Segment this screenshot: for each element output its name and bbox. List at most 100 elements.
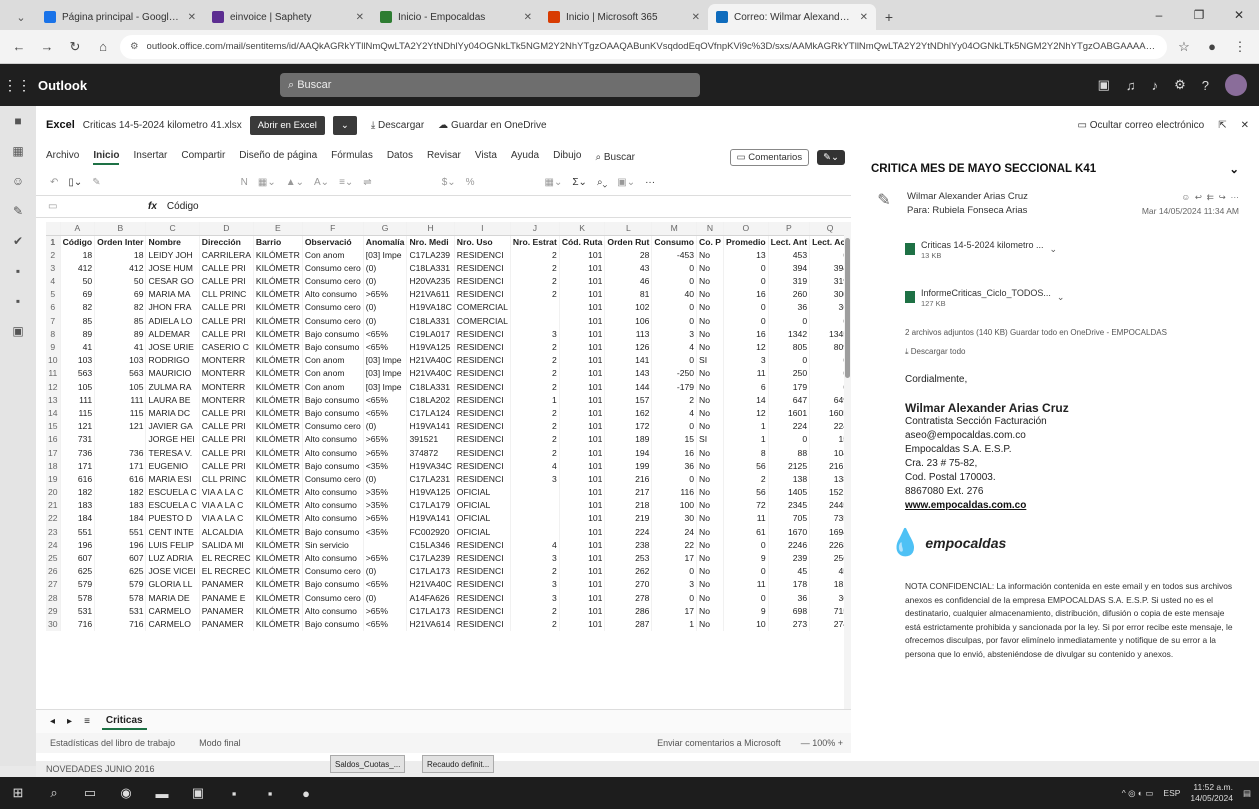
cell[interactable]: Nro. Medi <box>406 235 455 249</box>
clipboard-icon[interactable]: ▯⌄ <box>68 177 82 188</box>
site-info-icon[interactable]: ⚙ <box>130 41 139 52</box>
cell[interactable]: RESIDENCI <box>454 393 511 407</box>
close-tab-icon[interactable]: ✕ <box>524 12 532 23</box>
cell[interactable]: No <box>696 498 725 513</box>
cell[interactable]: -453 <box>651 248 698 262</box>
cell[interactable]: Nro. Uso <box>454 235 511 249</box>
cell[interactable]: CALLE PRI <box>199 459 254 473</box>
cell[interactable]: 224 <box>604 525 653 539</box>
cell[interactable]: KILÓMETR <box>253 578 303 592</box>
cell[interactable]: 698 <box>768 604 811 618</box>
cell[interactable]: OFICIAL <box>454 512 511 526</box>
cell[interactable]: 56 <box>723 485 769 499</box>
cell[interactable]: Consumo cero <box>302 261 364 275</box>
cell[interactable]: JOSE VICEI <box>145 564 200 579</box>
forward-message-icon[interactable]: ↪ <box>1219 192 1226 202</box>
cell[interactable]: LUZ ADRIA <box>145 551 200 565</box>
browser-menu-icon[interactable]: ⋮ <box>1229 39 1251 55</box>
cell[interactable]: 115 <box>94 406 147 420</box>
cell[interactable]: (0) <box>363 301 408 315</box>
close-viewer-icon[interactable]: ✕ <box>1241 120 1249 131</box>
cell[interactable]: RESIDENCI <box>454 551 511 565</box>
cell[interactable]: PANAME E <box>199 591 254 605</box>
cell[interactable]: 0 <box>723 274 769 288</box>
edge-icon[interactable]: ● <box>288 777 324 809</box>
cell[interactable]: KILÓMETR <box>253 393 303 407</box>
cell[interactable]: [03] Impe <box>363 367 408 381</box>
cell[interactable]: C19LA017 <box>406 327 455 341</box>
cell[interactable]: RESIDENCI <box>454 617 511 631</box>
sender-name[interactable]: Wilmar Alexander Arias Cruz <box>907 190 1132 204</box>
notifications-icon[interactable]: ♫ <box>1126 78 1136 93</box>
cell[interactable]: >65% <box>363 446 408 460</box>
cell[interactable]: H19VA141 <box>406 512 455 526</box>
cell[interactable]: 705 <box>768 512 811 526</box>
cell[interactable]: RESIDENCI <box>454 340 511 354</box>
cell[interactable]: 2 <box>510 261 560 275</box>
cell[interactable]: 101 <box>559 485 606 499</box>
editing-mode-button[interactable]: ✎⌄ <box>817 149 845 165</box>
cell[interactable]: CALLE PRI <box>199 433 254 447</box>
cell[interactable]: 578 <box>94 591 147 605</box>
cell[interactable]: 116 <box>651 485 698 499</box>
cell[interactable]: PANAMER <box>199 604 254 618</box>
cell[interactable]: 0 <box>651 261 698 275</box>
cell[interactable]: RESIDENCI <box>454 406 511 420</box>
cell[interactable]: KILÓMETR <box>253 406 303 420</box>
cell[interactable]: 14 <box>723 393 769 407</box>
cell[interactable]: 101 <box>559 551 606 565</box>
cell[interactable]: 171 <box>94 459 147 473</box>
cell[interactable]: 183 <box>60 498 96 513</box>
cell[interactable]: 1601 <box>768 406 811 420</box>
cell[interactable]: 30 <box>651 512 698 526</box>
column-header[interactable]: P <box>768 222 811 236</box>
cell[interactable]: 101 <box>559 617 606 631</box>
cell[interactable]: 18 <box>94 248 147 262</box>
cell[interactable]: (0) <box>363 314 408 328</box>
cell[interactable]: 2125 <box>768 459 811 473</box>
sensitivity-icon[interactable]: ▣⌄ <box>617 177 635 188</box>
cell[interactable]: C18LA331 <box>406 380 455 394</box>
cell[interactable]: H19VA34C <box>406 459 455 473</box>
collapse-chevron-icon[interactable]: ⌄ <box>1229 162 1239 176</box>
comments-button[interactable]: ▭ Comentarios <box>729 148 810 166</box>
cell[interactable]: 3 <box>723 353 769 368</box>
forward-icon[interactable]: → <box>36 39 58 54</box>
cell[interactable]: 2 <box>510 367 560 381</box>
ribbon-tab-archivo[interactable]: Archivo <box>46 150 79 165</box>
column-header[interactable]: K <box>559 222 606 236</box>
cell[interactable]: 121 <box>60 419 96 433</box>
cell[interactable]: 101 <box>559 380 606 394</box>
sheet-tab-criticas[interactable]: Criticas <box>101 713 147 730</box>
cell[interactable]: SALIDA MI <box>199 538 254 552</box>
attachment-chevron-icon[interactable]: ⌄ <box>1050 244 1058 255</box>
cell[interactable]: 101 <box>559 459 606 473</box>
cell[interactable]: 115 <box>60 406 96 420</box>
row-number[interactable]: 27 <box>46 578 61 592</box>
ribbon-tab-datos[interactable]: Datos <box>387 150 413 165</box>
cell[interactable]: OFICIAL <box>454 498 511 513</box>
browser-tab[interactable]: einvoice | Saphety ✕ <box>204 4 372 30</box>
cell[interactable]: 2 <box>510 564 560 579</box>
cell[interactable]: GLORIA LL <box>145 578 200 592</box>
cell[interactable]: PANAMER <box>199 617 254 631</box>
cell[interactable]: >35% <box>363 498 408 513</box>
cell[interactable]: 16 <box>651 446 698 460</box>
cell[interactable]: 196 <box>94 538 147 552</box>
cell[interactable]: 36 <box>768 301 811 315</box>
bookmark-star-icon[interactable]: ☆ <box>1173 39 1195 55</box>
word-icon[interactable]: ▪ <box>0 256 36 286</box>
cell[interactable]: 101 <box>559 578 606 592</box>
column-header[interactable]: G <box>363 222 408 236</box>
cell[interactable]: Bajo consumo <box>302 340 364 354</box>
cell[interactable]: 183 <box>94 498 147 513</box>
row-number[interactable]: 26 <box>46 564 61 579</box>
cell[interactable]: RODRIGO <box>145 353 200 368</box>
cell[interactable]: No <box>696 446 725 460</box>
ribbon-tab-vista[interactable]: Vista <box>475 150 497 165</box>
cell[interactable]: 162 <box>604 406 653 420</box>
cell[interactable]: 219 <box>604 512 653 526</box>
cell[interactable]: 50 <box>60 274 96 288</box>
cell[interactable]: EL RECREC <box>199 551 254 565</box>
close-tab-icon[interactable]: ✕ <box>692 12 700 23</box>
